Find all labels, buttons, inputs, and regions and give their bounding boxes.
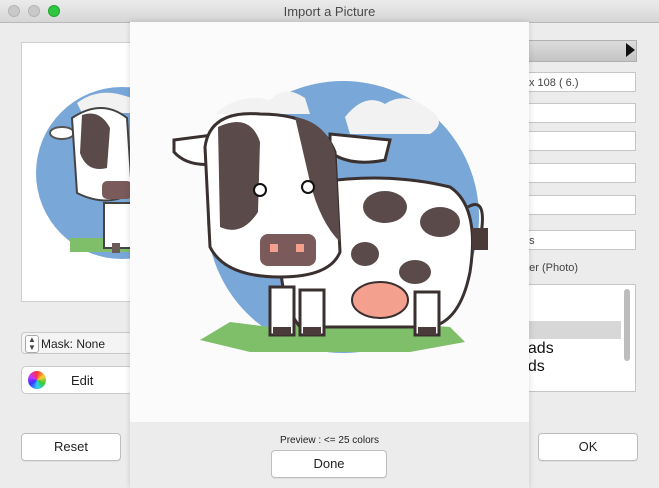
preview-image	[130, 22, 529, 422]
option-field-4[interactable]	[529, 195, 636, 215]
option-field-5[interactable]: es	[523, 230, 636, 250]
ok-button[interactable]: OK	[538, 433, 638, 461]
list-selection-highlight	[529, 321, 621, 339]
preview-caption: Preview : <= 25 colors	[280, 435, 379, 446]
option-field-1[interactable]	[529, 103, 636, 123]
option-field-2[interactable]	[529, 131, 636, 151]
disclosure-triangle-icon[interactable]	[626, 43, 635, 57]
done-button[interactable]: Done	[271, 450, 387, 478]
import-picture-window: Import a Picture ▲ ▼ Mask: None Edit x 10…	[0, 0, 659, 488]
source-image-preview	[21, 42, 133, 302]
dither-photo-label: her (Photo)	[523, 262, 579, 274]
color-wheel-icon	[28, 371, 46, 389]
option-field-3[interactable]	[529, 163, 636, 183]
list-item[interactable]: eads	[529, 340, 554, 358]
palette-list[interactable]: s eads ads	[529, 284, 636, 392]
edit-button-label: Edit	[71, 373, 94, 388]
mask-stepper-icon: ▲ ▼	[25, 335, 39, 353]
preview-footer: Preview : <= 25 colors Done	[130, 422, 529, 488]
mask-popup[interactable]: ▲ ▼ Mask: None	[21, 332, 133, 354]
mask-label: Mask: None	[41, 337, 106, 351]
list-item[interactable]: ads	[529, 358, 545, 376]
size-field: x 108 ( 6.)	[529, 72, 636, 92]
settings-panel: x 108 ( 6.) es her (Photo) s eads ads	[523, 0, 659, 430]
edit-button[interactable]: Edit	[21, 366, 133, 394]
settings-header	[529, 40, 637, 62]
reset-button[interactable]: Reset	[21, 433, 121, 461]
size-text: x 108 ( 6.)	[529, 77, 579, 89]
preview-sheet: Preview : <= 25 colors Done	[130, 22, 529, 488]
list-scrollbar[interactable]	[624, 289, 630, 361]
